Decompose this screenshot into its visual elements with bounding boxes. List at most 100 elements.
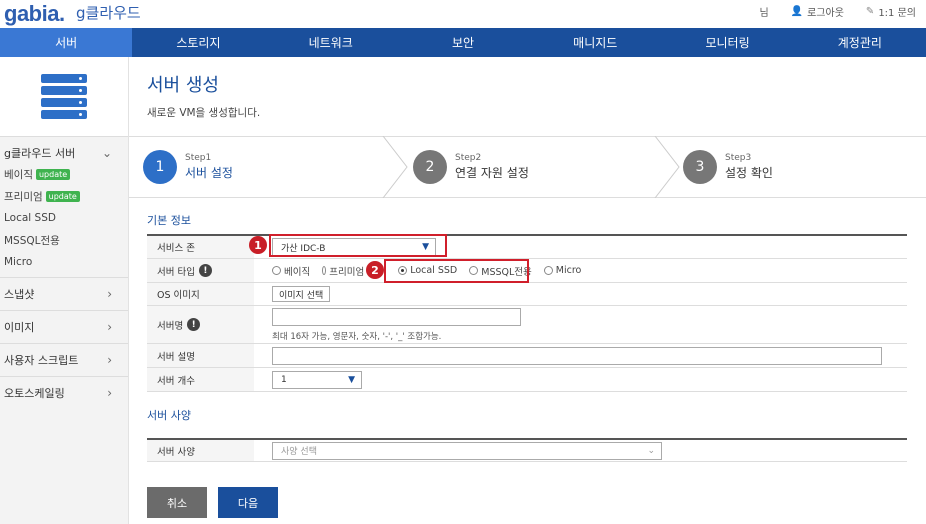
sidebar-item-label: MSSQL전용: [4, 234, 60, 247]
step-number: 1: [143, 150, 177, 184]
chevron-right-icon: ›: [107, 320, 112, 334]
cancel-button[interactable]: 취소: [147, 487, 207, 518]
sidebar: g클라우드 서버 ⌄ 베이직 update 프리미엄 update Local …: [0, 57, 129, 524]
server-desc-input[interactable]: [272, 346, 882, 365]
basic-info-form: 서비스 존 가산 IDC-B ▼ 서버 타입 ! 베이직 프리미엄 Local …: [147, 234, 907, 392]
spec-select[interactable]: 사양 선택 ⌄: [272, 441, 662, 460]
user-name: 님: [759, 8, 769, 19]
sidebar-item-label: 오토스케일링: [4, 387, 65, 400]
nav-server[interactable]: 서버: [0, 28, 133, 57]
radio-basic[interactable]: 베이직: [272, 264, 310, 278]
sidebar-group-header[interactable]: g클라우드 서버 ⌄: [4, 143, 128, 163]
chevron-right-icon: ›: [107, 353, 112, 367]
step-2: 2 Step2 연결 자원 설정: [413, 137, 529, 197]
radio-premium[interactable]: 프리미엄: [322, 264, 364, 278]
nav-managed[interactable]: 매니지드: [529, 28, 661, 57]
info-icon[interactable]: !: [187, 318, 201, 331]
chevron-right-icon: ›: [107, 386, 112, 400]
step-1: 1 Step1 서버 설정: [143, 137, 233, 197]
gcloud-logo-text[interactable]: g클라우드: [76, 2, 141, 23]
info-icon[interactable]: !: [198, 264, 212, 277]
nav-security[interactable]: 보안: [397, 28, 529, 57]
annotation-number-2: 2: [366, 261, 384, 279]
radio-label: 프리미엄: [329, 266, 365, 278]
top-bar: gabia. g클라우드 님 👤 로그아웃 ✎ 1:1 문의: [0, 0, 926, 28]
chevron-down-icon: ▼: [348, 374, 355, 385]
sidebar-item-label: Micro: [4, 256, 33, 268]
step-indicator: 1 Step1 서버 설정 2 Step2 연결 자원 설정 3 Step3 설…: [129, 136, 926, 198]
step-number: 3: [683, 150, 717, 184]
chevron-down-icon: ⌄: [101, 146, 112, 160]
sidebar-header: [0, 57, 128, 137]
count-value: 1: [281, 374, 287, 385]
sidebar-item-image[interactable]: 이미지 ›: [0, 310, 128, 343]
update-badge: update: [45, 190, 80, 202]
top-links: 님 👤 로그아웃 ✎ 1:1 문의: [759, 4, 916, 19]
sidebar-item-local-ssd[interactable]: Local SSD: [4, 207, 128, 229]
sidebar-item-label: 베이직: [4, 168, 33, 181]
sidebar-item-label: Local SSD: [4, 212, 56, 224]
next-button[interactable]: 다음: [218, 487, 278, 518]
radio-label: Micro: [555, 265, 582, 276]
main-content: 서버 생성 새로운 VM을 생성합니다. 1 Step1 서버 설정 2 Ste…: [129, 57, 926, 524]
form-row-os: OS 이미지 이미지 선택: [147, 283, 907, 306]
gabia-logo[interactable]: gabia.: [4, 1, 65, 27]
sidebar-item-micro[interactable]: Micro: [4, 251, 128, 273]
update-badge: update: [35, 168, 71, 180]
sidebar-item-premium[interactable]: 프리미엄 update: [4, 185, 128, 207]
server-name-input[interactable]: [272, 307, 521, 326]
sidebar-item-mssql[interactable]: MSSQL전용: [4, 229, 128, 251]
spec-form: 서버 사양 사양 선택 ⌄: [147, 438, 907, 462]
main-nav: 서버 스토리지 네트워크 보안 매니지드 모니터링 계정관리: [0, 28, 926, 57]
edit-icon: ✎: [865, 6, 875, 17]
server-icon: [41, 74, 87, 119]
server-name-hint: 최대 16자 가능, 영문자, 숫자, '-', '_' 조합가능.: [272, 331, 442, 342]
os-label: OS 이미지: [147, 283, 254, 305]
server-count-select[interactable]: 1 ▼: [272, 370, 362, 389]
spec-placeholder: 사양 선택: [281, 447, 317, 457]
user-icon: 👤: [790, 6, 804, 17]
chevron-down-icon: ⌄: [647, 445, 655, 456]
step-small-label: Step1: [185, 153, 212, 163]
zone-label: 서비스 존: [147, 236, 254, 258]
radio-circle: [272, 266, 281, 275]
step-3: 3 Step3 설정 확인: [683, 137, 773, 197]
radio-micro[interactable]: Micro: [543, 265, 582, 276]
nav-network[interactable]: 네트워크: [265, 28, 397, 57]
step-label: 연결 자원 설정: [455, 166, 529, 180]
radio-label: 베이직: [284, 266, 311, 278]
basic-info-title: 기본 정보: [147, 214, 191, 227]
step-separator: [654, 136, 680, 198]
nav-monitoring[interactable]: 모니터링: [661, 28, 793, 57]
desc-label: 서버 설명: [147, 344, 254, 367]
step-small-label: Step3: [725, 153, 752, 163]
form-row-name: 서버명 ! 최대 16자 가능, 영문자, 숫자, '-', '_' 조합가능.: [147, 306, 907, 344]
page-title: 서버 생성: [147, 75, 219, 96]
sidebar-item-snapshot[interactable]: 스냅샷 ›: [0, 277, 128, 310]
inquiry-link[interactable]: ✎ 1:1 문의: [866, 4, 916, 19]
sidebar-item-basic[interactable]: 베이직 update: [4, 163, 128, 185]
sidebar-item-label: 스냅샷: [4, 288, 35, 301]
logout-link[interactable]: 👤 로그아웃: [791, 4, 844, 19]
step-separator: [382, 136, 408, 198]
annotation-number-1: 1: [249, 236, 267, 254]
image-select-button[interactable]: 이미지 선택: [272, 286, 331, 302]
sidebar-item-label: 사용자 스크립트: [4, 354, 79, 367]
nav-account[interactable]: 계정관리: [794, 28, 926, 57]
radio-circle: [322, 266, 327, 275]
inquiry-label: 1:1 문의: [878, 8, 916, 19]
sidebar-item-autoscaling[interactable]: 오토스케일링 ›: [0, 376, 128, 409]
count-label: 서버 개수: [147, 368, 254, 391]
radio-circle: [543, 266, 553, 275]
sidebar-item-label: 프리미엄: [4, 190, 43, 203]
nav-storage[interactable]: 스토리지: [132, 28, 264, 57]
logout-label: 로그아웃: [807, 8, 844, 19]
sidebar-item-label: 이미지: [4, 321, 35, 334]
form-row-spec: 서버 사양 사양 선택 ⌄: [147, 440, 907, 462]
step-label: 설정 확인: [725, 166, 773, 180]
sidebar-item-user-script[interactable]: 사용자 스크립트 ›: [0, 343, 128, 376]
spec-label: 서버 사양: [147, 440, 254, 461]
form-row-count: 서버 개수 1 ▼: [147, 368, 907, 392]
step-number: 2: [413, 150, 447, 184]
sidebar-group-title: g클라우드 서버: [4, 147, 76, 160]
